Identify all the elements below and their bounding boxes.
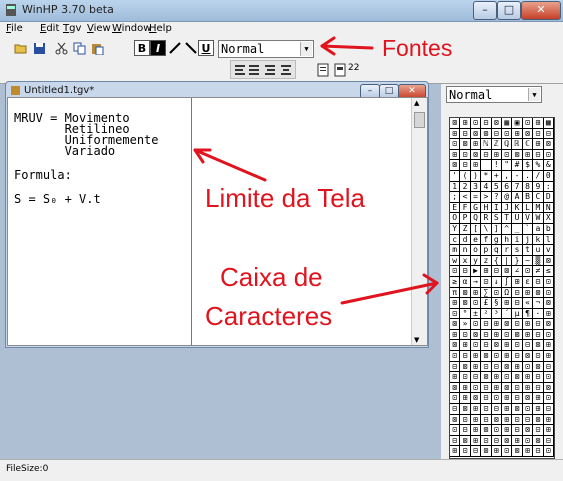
fonts-arrow <box>320 44 374 50</box>
annotation-charbox-line1: Caixa de <box>220 262 323 292</box>
screen-limit-arrow <box>193 148 267 182</box>
annotation-screen-limit: Limite da Tela <box>205 183 365 213</box>
annotation-charbox-line2: Caracteres <box>205 301 333 331</box>
annotation-fonts: Fontes <box>382 35 453 61</box>
annotation-arrows <box>193 36 439 305</box>
charbox-arrow <box>340 281 439 305</box>
